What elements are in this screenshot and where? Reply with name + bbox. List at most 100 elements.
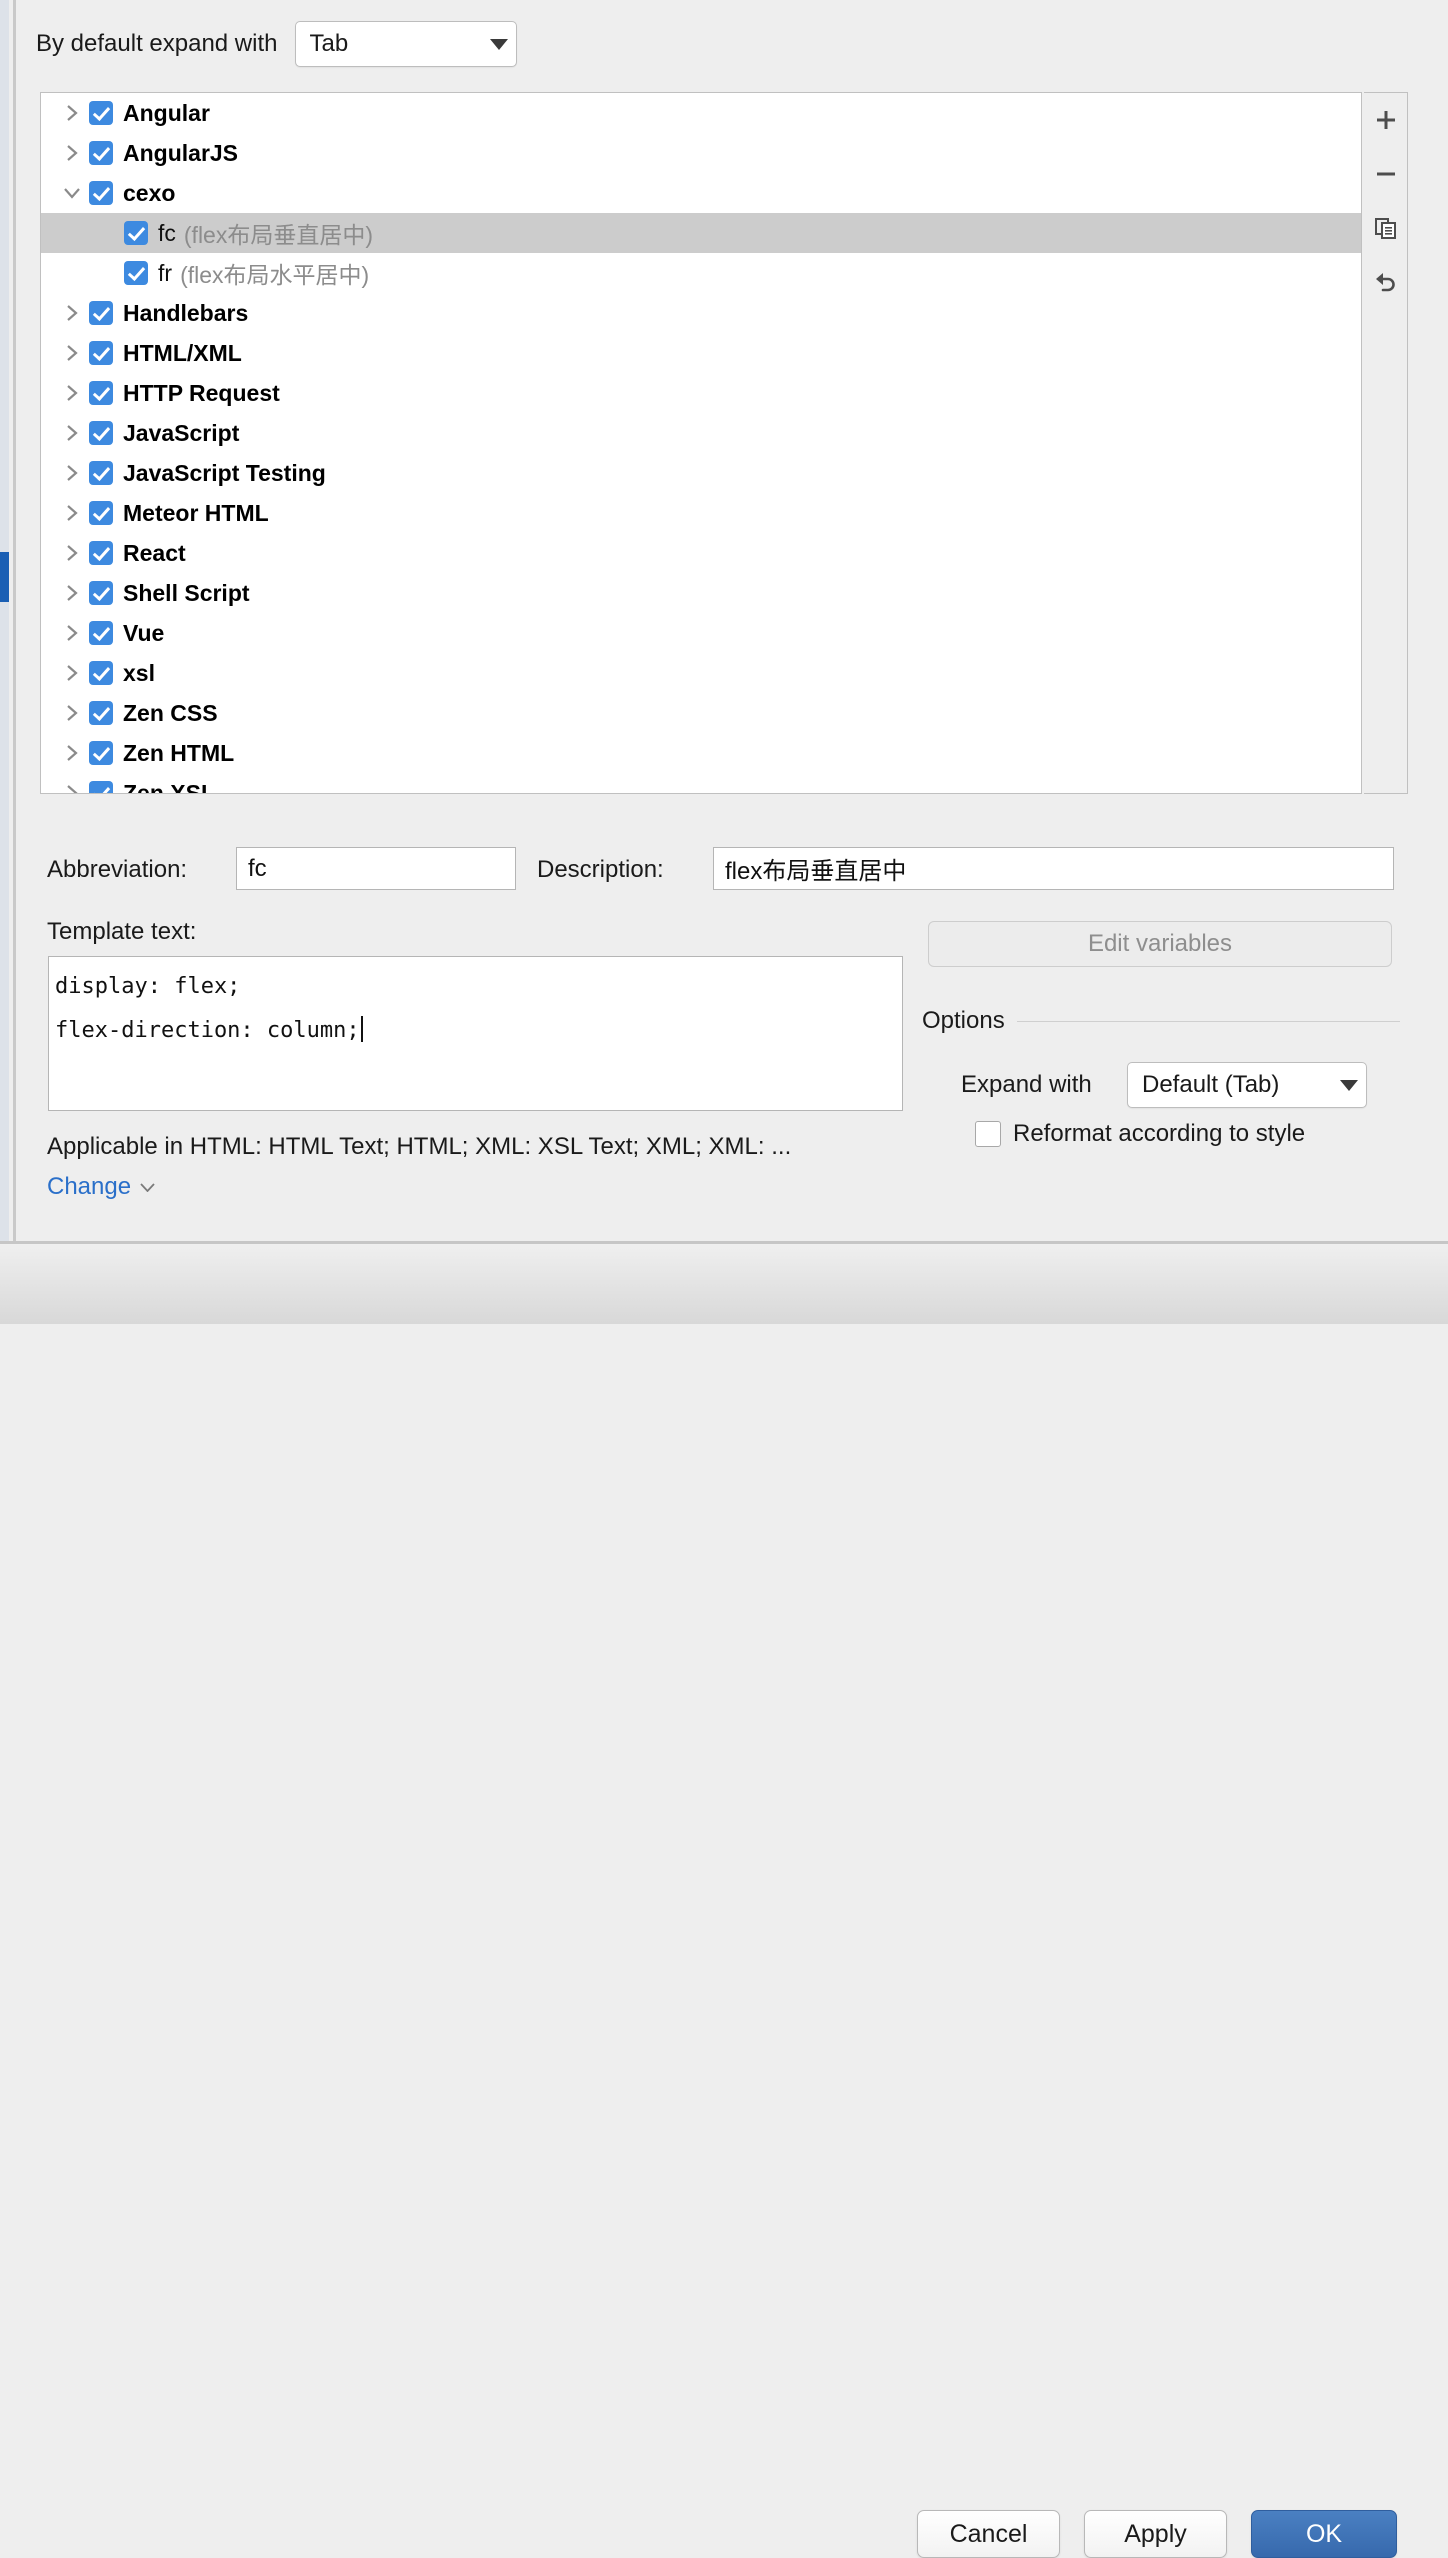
reformat-checkbox-row[interactable]: Reformat according to style xyxy=(975,1120,1305,1148)
template-description: (flex布局垂直居中) xyxy=(183,222,374,248)
group-checkbox[interactable] xyxy=(89,301,113,325)
tree-group-row[interactable]: Zen XSL xyxy=(41,773,1361,794)
revert-icon[interactable] xyxy=(1364,255,1408,309)
chevron-right-icon[interactable] xyxy=(55,423,89,443)
tree-group-row[interactable]: HTTP Request xyxy=(41,373,1361,413)
tree-group-label: cexo xyxy=(123,179,176,206)
group-checkbox[interactable] xyxy=(89,421,113,445)
template-abbreviation: fc xyxy=(158,219,176,246)
default-expand-value: Tab xyxy=(309,30,349,57)
chevron-right-icon[interactable] xyxy=(55,583,89,603)
add-icon[interactable] xyxy=(1364,93,1408,147)
template-checkbox[interactable] xyxy=(124,261,148,285)
description-input[interactable]: flex布局垂直居中 xyxy=(713,847,1394,890)
tree-group-row[interactable]: Zen CSS xyxy=(41,693,1361,733)
group-checkbox[interactable] xyxy=(89,501,113,525)
group-checkbox[interactable] xyxy=(89,381,113,405)
chevron-right-icon[interactable] xyxy=(55,623,89,643)
abbreviation-input[interactable]: fc xyxy=(236,847,516,890)
tree-group-label: React xyxy=(123,539,186,566)
expand-with-value: Default (Tab) xyxy=(1142,1071,1280,1098)
default-expand-row: By default expand with Tab xyxy=(36,20,517,68)
tree-group-label: xsl xyxy=(123,659,155,686)
chevron-down-icon[interactable] xyxy=(55,186,89,200)
group-checkbox[interactable] xyxy=(89,741,113,765)
apply-button[interactable]: Apply xyxy=(1084,2510,1227,2558)
change-contexts-link[interactable]: Change xyxy=(47,1173,155,1201)
tree-group-label: Meteor HTML xyxy=(123,499,269,526)
chevron-right-icon[interactable] xyxy=(55,743,89,763)
tree-group-row[interactable]: Meteor HTML xyxy=(41,493,1361,533)
chevron-right-icon[interactable] xyxy=(55,703,89,723)
group-checkbox[interactable] xyxy=(89,101,113,125)
group-checkbox[interactable] xyxy=(89,661,113,685)
group-checkbox[interactable] xyxy=(89,581,113,605)
tree-group-row[interactable]: JavaScript Testing xyxy=(41,453,1361,493)
cancel-button[interactable]: Cancel xyxy=(917,2510,1060,2558)
template-text-editor[interactable]: display: flex; flex-direction: column; xyxy=(48,956,903,1111)
template-line-1: display: flex; xyxy=(55,974,241,999)
tree-group-label: JavaScript Testing xyxy=(123,459,326,486)
parent-scrollbar-track[interactable] xyxy=(0,0,9,1242)
group-checkbox[interactable] xyxy=(89,141,113,165)
chevron-right-icon[interactable] xyxy=(55,383,89,403)
change-link-label: Change xyxy=(47,1173,132,1200)
tree-group-label: Zen HTML xyxy=(123,739,235,766)
chevron-right-icon[interactable] xyxy=(55,303,89,323)
chevron-right-icon[interactable] xyxy=(55,783,89,793)
text-cursor xyxy=(360,1016,363,1042)
copy-icon[interactable] xyxy=(1364,201,1408,255)
tree-group-label: Zen XSL xyxy=(123,779,216,794)
template-abbreviation: fr xyxy=(158,259,173,286)
group-checkbox[interactable] xyxy=(89,181,113,205)
group-checkbox[interactable] xyxy=(89,621,113,645)
tree-group-label: HTML/XML xyxy=(123,339,242,366)
tree-group-row[interactable]: AngularJS xyxy=(41,133,1361,173)
tree-group-label: HTTP Request xyxy=(123,379,280,406)
expand-with-combobox[interactable]: Default (Tab) xyxy=(1127,1062,1367,1108)
group-checkbox[interactable] xyxy=(89,781,113,793)
remove-icon[interactable] xyxy=(1364,147,1408,201)
tree-template-row[interactable]: fc (flex布局垂直居中) xyxy=(41,213,1361,253)
abbreviation-label: Abbreviation: xyxy=(47,856,188,883)
tree-group-row[interactable]: React xyxy=(41,533,1361,573)
tree-group-row[interactable]: HTML/XML xyxy=(41,333,1361,373)
tree-group-row[interactable]: JavaScript xyxy=(41,413,1361,453)
group-checkbox[interactable] xyxy=(89,541,113,565)
template-checkbox[interactable] xyxy=(124,221,148,245)
ok-button[interactable]: OK xyxy=(1251,2510,1397,2558)
chevron-right-icon[interactable] xyxy=(55,103,89,123)
reformat-checkbox[interactable] xyxy=(975,1121,1001,1147)
chevron-right-icon[interactable] xyxy=(55,143,89,163)
panel-left-edge xyxy=(9,0,16,1242)
tree-group-row[interactable]: Zen HTML xyxy=(41,733,1361,773)
tree-group-row[interactable]: cexo xyxy=(41,173,1361,213)
chevron-right-icon[interactable] xyxy=(55,343,89,363)
tree-group-row[interactable]: xsl xyxy=(41,653,1361,693)
default-expand-combobox[interactable]: Tab xyxy=(294,21,517,67)
edit-variables-button[interactable]: Edit variables xyxy=(928,921,1392,967)
parent-scrollbar-thumb[interactable] xyxy=(0,552,9,602)
group-checkbox[interactable] xyxy=(89,341,113,365)
template-group-tree[interactable]: Angular AngularJS cexo fc (flex布局垂直居中) fr (fle… xyxy=(40,92,1362,794)
chevron-right-icon[interactable] xyxy=(55,543,89,563)
tree-group-row[interactable]: Angular xyxy=(41,93,1361,133)
options-divider xyxy=(1016,1020,1400,1022)
tree-template-row[interactable]: fr (flex布局水平居中) xyxy=(41,253,1361,293)
chevron-right-icon[interactable] xyxy=(55,663,89,683)
default-expand-label: By default expand with xyxy=(36,30,278,57)
tree-group-row[interactable]: Vue xyxy=(41,613,1361,653)
chevron-right-icon[interactable] xyxy=(55,463,89,483)
tree-group-label: JavaScript xyxy=(123,419,240,446)
tree-group-row[interactable]: Shell Script xyxy=(41,573,1361,613)
live-templates-dialog: By default expand with Tab Angular Angula… xyxy=(0,0,1448,2558)
template-description: (flex布局水平居中) xyxy=(180,262,370,288)
template-text-label: Template text: xyxy=(47,918,197,945)
group-checkbox[interactable] xyxy=(89,701,113,725)
chevron-right-icon[interactable] xyxy=(55,503,89,523)
options-title: Options xyxy=(922,1007,1005,1034)
tree-group-row[interactable]: Handlebars xyxy=(41,293,1361,333)
group-checkbox[interactable] xyxy=(89,461,113,485)
reformat-label: Reformat according to style xyxy=(1013,1120,1306,1147)
dialog-footer: Cancel Apply OK xyxy=(0,1244,1448,2558)
